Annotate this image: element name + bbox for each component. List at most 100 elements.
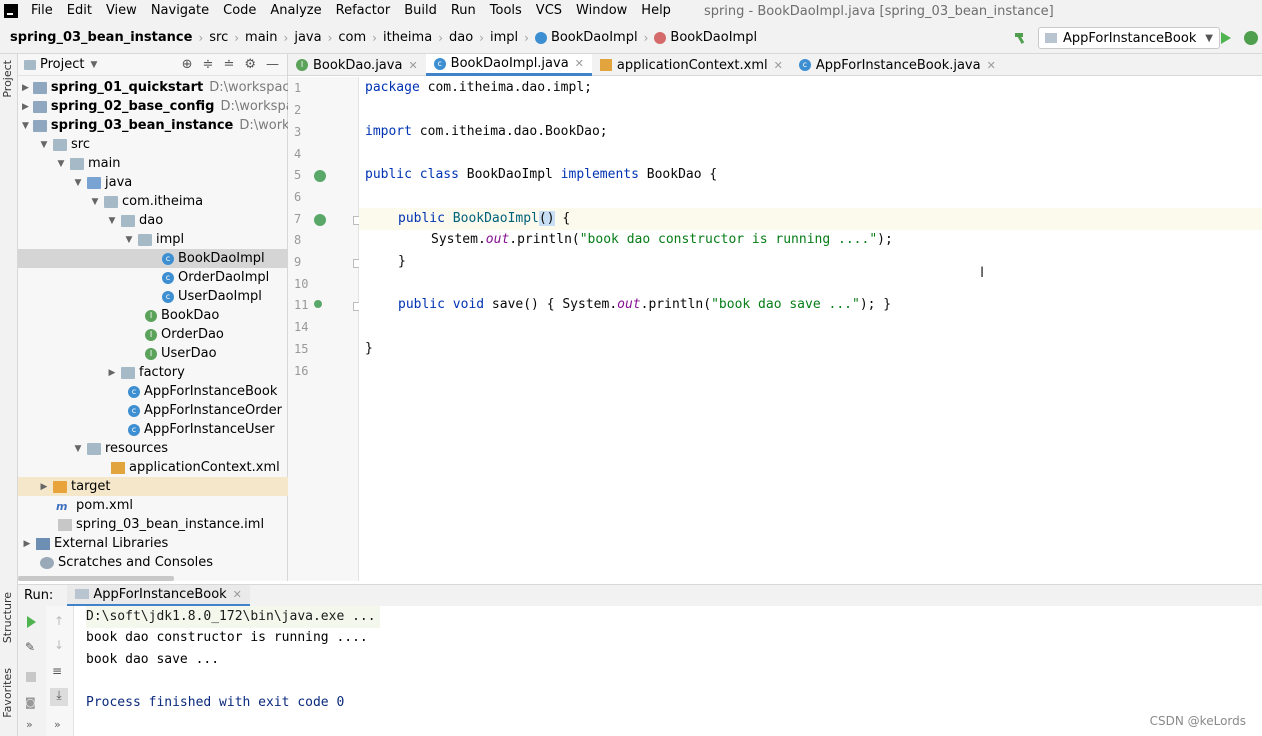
chevron-down-icon[interactable]: ▼	[73, 444, 83, 454]
tab-bookdao[interactable]: I BookDao.java ✕	[288, 54, 426, 76]
tree-item-orderdao[interactable]: I OrderDao	[18, 325, 288, 344]
menu-window[interactable]: Window	[569, 0, 634, 22]
close-icon[interactable]: ✕	[575, 57, 584, 70]
stop-icon[interactable]	[26, 672, 36, 682]
menu-refactor[interactable]: Refactor	[329, 0, 398, 22]
tree-item-userdaoimpl[interactable]: c UserDaoImpl	[18, 287, 288, 306]
scroll-to-end-icon[interactable]: ⤓	[50, 688, 68, 706]
tab-applicationcontext[interactable]: applicationContext.xml ✕	[592, 54, 791, 76]
camera-icon[interactable]: ◙	[25, 696, 36, 709]
breadcrumb-method[interactable]: BookDaoImpl	[654, 30, 757, 45]
project-view-title[interactable]: Project	[40, 57, 84, 72]
tree-item-factory[interactable]: ▶ factory	[18, 363, 288, 382]
tree-item-applicationcontext[interactable]: applicationContext.xml	[18, 458, 288, 477]
minimize-icon[interactable]: —	[266, 57, 279, 72]
chevron-right-icon[interactable]: ▶	[107, 368, 117, 378]
tree-item-iml[interactable]: spring_03_bean_instance.iml	[18, 515, 288, 534]
tab-bookdaoimpl[interactable]: c BookDaoImpl.java ✕	[425, 54, 592, 76]
breadcrumb-project[interactable]: spring_03_bean_instance	[10, 30, 192, 45]
menu-tools[interactable]: Tools	[483, 0, 529, 22]
chevron-right-icon[interactable]: ▶	[22, 102, 29, 112]
menu-analyze[interactable]: Analyze	[263, 0, 328, 22]
tree-item-main[interactable]: ▼ main	[18, 154, 288, 173]
breadcrumb-dao[interactable]: dao	[449, 30, 473, 45]
tree-item-spring-01[interactable]: ▶ spring_01_quickstart D:\workspace\sp	[18, 78, 288, 97]
tree-item-resources[interactable]: ▼ resources	[18, 439, 288, 458]
tree-item-pom[interactable]: m pom.xml	[18, 496, 288, 515]
menu-run[interactable]: Run	[444, 0, 483, 22]
tree-item-impl[interactable]: ▼ impl	[18, 230, 288, 249]
expand-all-icon[interactable]: ≑	[203, 57, 214, 72]
tree-item-scratches[interactable]: Scratches and Consoles	[18, 553, 288, 572]
tree-item-java[interactable]: ▼ java	[18, 173, 288, 192]
menu-file[interactable]: File	[24, 0, 60, 22]
menu-help[interactable]: Help	[634, 0, 678, 22]
menu-view[interactable]: View	[99, 0, 144, 22]
menu-code[interactable]: Code	[216, 0, 263, 22]
breadcrumb-impl[interactable]: impl	[490, 30, 518, 45]
chevron-right-icon[interactable]: ▶	[39, 482, 49, 492]
tree-item-src[interactable]: ▼ src	[18, 135, 288, 154]
bean-method-icon[interactable]	[314, 214, 326, 226]
tree-item-spring-03[interactable]: ▼ spring_03_bean_instance D:\workspace	[18, 116, 288, 135]
rerun-icon[interactable]	[27, 616, 36, 628]
run-icon[interactable]	[1221, 32, 1231, 44]
breadcrumb-java[interactable]: java	[294, 30, 321, 45]
project-tool-button[interactable]: Project	[1, 60, 14, 98]
chevron-down-icon[interactable]: ▼	[39, 140, 49, 150]
menu-vcs[interactable]: VCS	[529, 0, 569, 22]
breadcrumb-com[interactable]: com	[338, 30, 366, 45]
menu-build[interactable]: Build	[397, 0, 444, 22]
breadcrumb-main[interactable]: main	[245, 30, 277, 45]
menu-edit[interactable]: Edit	[60, 0, 99, 22]
code-editor[interactable]: package com.itheima.dao.impl; import com…	[359, 77, 1262, 581]
tree-item-orderdaoimpl[interactable]: c OrderDaoImpl	[18, 268, 288, 287]
chevron-down-icon[interactable]: ▼	[90, 60, 97, 70]
implements-method-icon[interactable]	[314, 300, 322, 308]
chevron-right-icon[interactable]: ▶	[22, 83, 29, 93]
chevron-down-icon[interactable]: ▼	[124, 235, 134, 245]
favorites-tool-button[interactable]: Favorites	[1, 668, 14, 718]
tree-item-spring-02[interactable]: ▶ spring_02_base_config D:\workspace\s	[18, 97, 288, 116]
more-icon[interactable]: »	[54, 718, 61, 731]
down-arrow-icon[interactable]: ↓	[54, 638, 64, 652]
structure-tool-button[interactable]: Structure	[1, 592, 14, 643]
close-icon[interactable]: ✕	[408, 59, 417, 72]
tree-item-appforinstanceuser[interactable]: c AppForInstanceUser	[18, 420, 288, 439]
chevron-down-icon[interactable]: ▼	[107, 216, 117, 226]
more-icon[interactable]: »	[26, 718, 33, 731]
close-icon[interactable]: ✕	[774, 59, 783, 72]
collapse-all-icon[interactable]: ≐	[223, 57, 234, 72]
build-hammer-icon[interactable]	[1014, 31, 1028, 45]
debug-icon[interactable]	[1244, 31, 1258, 45]
close-icon[interactable]: ✕	[233, 588, 242, 601]
tree-item-appforinstancebook[interactable]: c AppForInstanceBook	[18, 382, 288, 401]
up-arrow-icon[interactable]: ↑	[54, 614, 64, 628]
run-configuration-select[interactable]: AppForInstanceBook ▼	[1038, 27, 1220, 49]
chevron-right-icon[interactable]: ▶	[22, 539, 32, 549]
console-output[interactable]: D:\soft\jdk1.8.0_172\bin\java.exe ... bo…	[74, 606, 1262, 736]
gear-icon[interactable]: ⚙	[244, 57, 256, 72]
wrench-icon[interactable]: ✎	[25, 640, 35, 654]
implements-icon[interactable]	[314, 170, 326, 182]
chevron-down-icon[interactable]: ▼	[90, 197, 100, 207]
tree-item-com-itheima[interactable]: ▼ com.itheima	[18, 192, 288, 211]
breadcrumb-src[interactable]: src	[209, 30, 228, 45]
menu-navigate[interactable]: Navigate	[144, 0, 216, 22]
chevron-down-icon[interactable]: ▼	[22, 121, 29, 131]
tree-item-bookdao[interactable]: I BookDao	[18, 306, 288, 325]
tab-appforinstancebook[interactable]: c AppForInstanceBook.java ✕	[791, 54, 1004, 76]
breadcrumb-itheima[interactable]: itheima	[383, 30, 432, 45]
chevron-down-icon[interactable]: ▼	[56, 159, 66, 169]
chevron-down-icon[interactable]: ▼	[73, 178, 83, 188]
tree-item-target[interactable]: ▶ target	[18, 477, 288, 496]
tree-item-external-libraries[interactable]: ▶ External Libraries	[18, 534, 288, 553]
tree-item-dao[interactable]: ▼ dao	[18, 211, 288, 230]
tree-item-bookdaoimpl[interactable]: c BookDaoImpl	[18, 249, 288, 268]
tree-item-appforinstanceorder[interactable]: c AppForInstanceOrder	[18, 401, 288, 420]
tree-item-userdao[interactable]: I UserDao	[18, 344, 288, 363]
locate-icon[interactable]: ⊕	[182, 57, 193, 72]
editor-gutter[interactable]: 1 2 3 4 5 6 7 8 9 10 11 14 15 16	[288, 77, 362, 581]
close-icon[interactable]: ✕	[987, 59, 996, 72]
breadcrumb-class[interactable]: BookDaoImpl	[534, 30, 638, 45]
